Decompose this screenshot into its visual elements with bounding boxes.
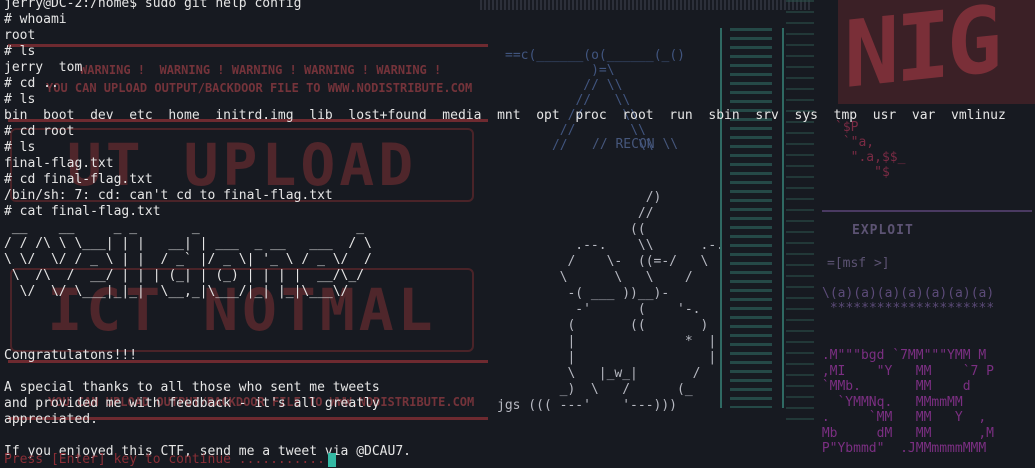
press-enter-prompt: Press [Enter] key to continue ..........…	[4, 452, 333, 467]
terminal-output: jerry@DC-2:/home$ sudo git help config #…	[4, 0, 1006, 459]
terminal-cursor[interactable]	[328, 453, 336, 467]
